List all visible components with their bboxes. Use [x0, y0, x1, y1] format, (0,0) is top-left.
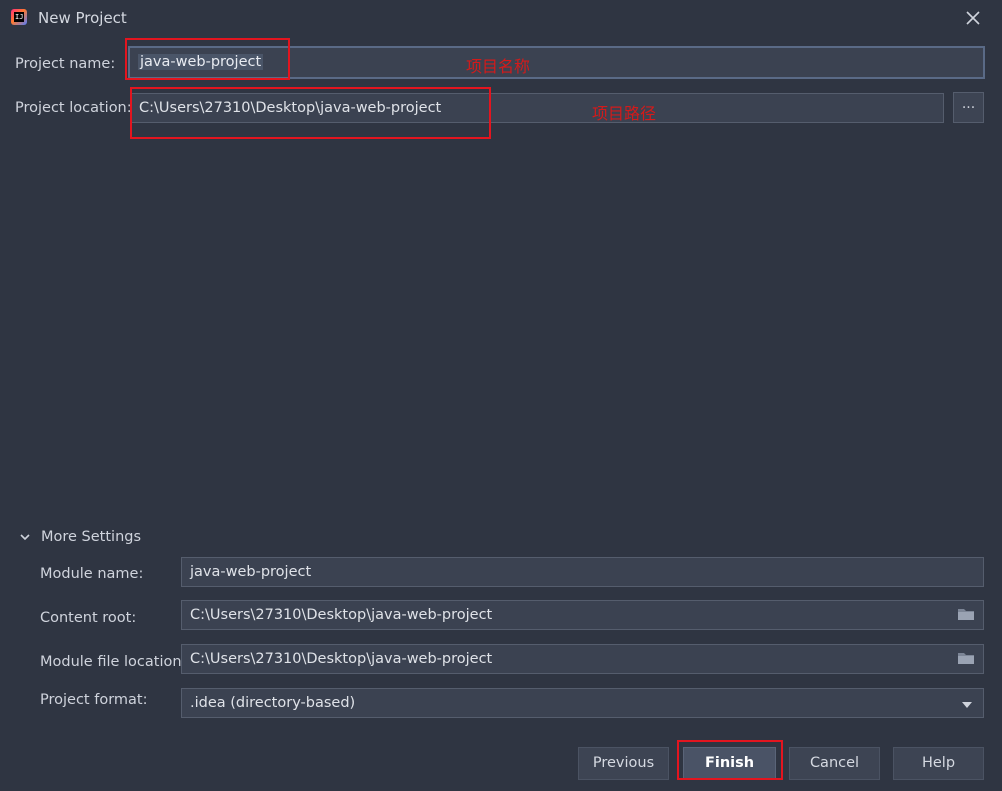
- folder-icon[interactable]: [957, 607, 975, 625]
- chevron-down-icon[interactable]: [18, 530, 32, 544]
- more-settings-toggle[interactable]: More Settings: [41, 529, 141, 545]
- folder-icon[interactable]: [957, 651, 975, 669]
- content-root-value: C:\Users\27310\Desktop\java-web-project: [190, 607, 493, 623]
- project-format-value: .idea (directory-based): [190, 695, 356, 711]
- module-file-location-input[interactable]: C:\Users\27310\Desktop\java-web-project: [181, 644, 984, 674]
- module-name-value: java-web-project: [190, 564, 312, 580]
- module-file-location-label: Module file location:: [40, 654, 187, 670]
- project-format-select[interactable]: .idea (directory-based): [181, 688, 984, 718]
- dropdown-arrow-icon[interactable]: [961, 698, 973, 714]
- project-format-label: Project format:: [40, 692, 148, 708]
- module-file-location-value: C:\Users\27310\Desktop\java-web-project: [190, 651, 493, 667]
- cancel-button[interactable]: Cancel: [789, 747, 880, 780]
- intellij-idea-icon: IJ: [11, 9, 27, 25]
- content-root-label: Content root:: [40, 610, 137, 626]
- name-annotation: 项目名称: [466, 57, 531, 76]
- previous-button[interactable]: Previous: [578, 747, 669, 780]
- title-bar: [0, 0, 1002, 36]
- window-title: New Project: [38, 9, 127, 27]
- project-name-input[interactable]: java-web-project: [128, 46, 985, 79]
- project-location-input[interactable]: C:\Users\27310\Desktop\java-web-project: [130, 93, 944, 123]
- project-location-label: Project location:: [15, 100, 132, 116]
- project-name-label: Project name:: [15, 56, 116, 72]
- location-annotation: 项目路径: [592, 104, 657, 123]
- content-root-input[interactable]: C:\Users\27310\Desktop\java-web-project: [181, 600, 984, 630]
- help-button[interactable]: Help: [893, 747, 984, 780]
- browse-button[interactable]: ...: [953, 92, 984, 123]
- close-icon[interactable]: [960, 6, 986, 30]
- module-name-input[interactable]: java-web-project: [181, 557, 984, 587]
- project-location-value: C:\Users\27310\Desktop\java-web-project: [139, 100, 442, 116]
- project-name-value: java-web-project: [138, 54, 264, 70]
- finish-button[interactable]: Finish: [683, 747, 776, 780]
- module-name-label: Module name:: [40, 566, 144, 582]
